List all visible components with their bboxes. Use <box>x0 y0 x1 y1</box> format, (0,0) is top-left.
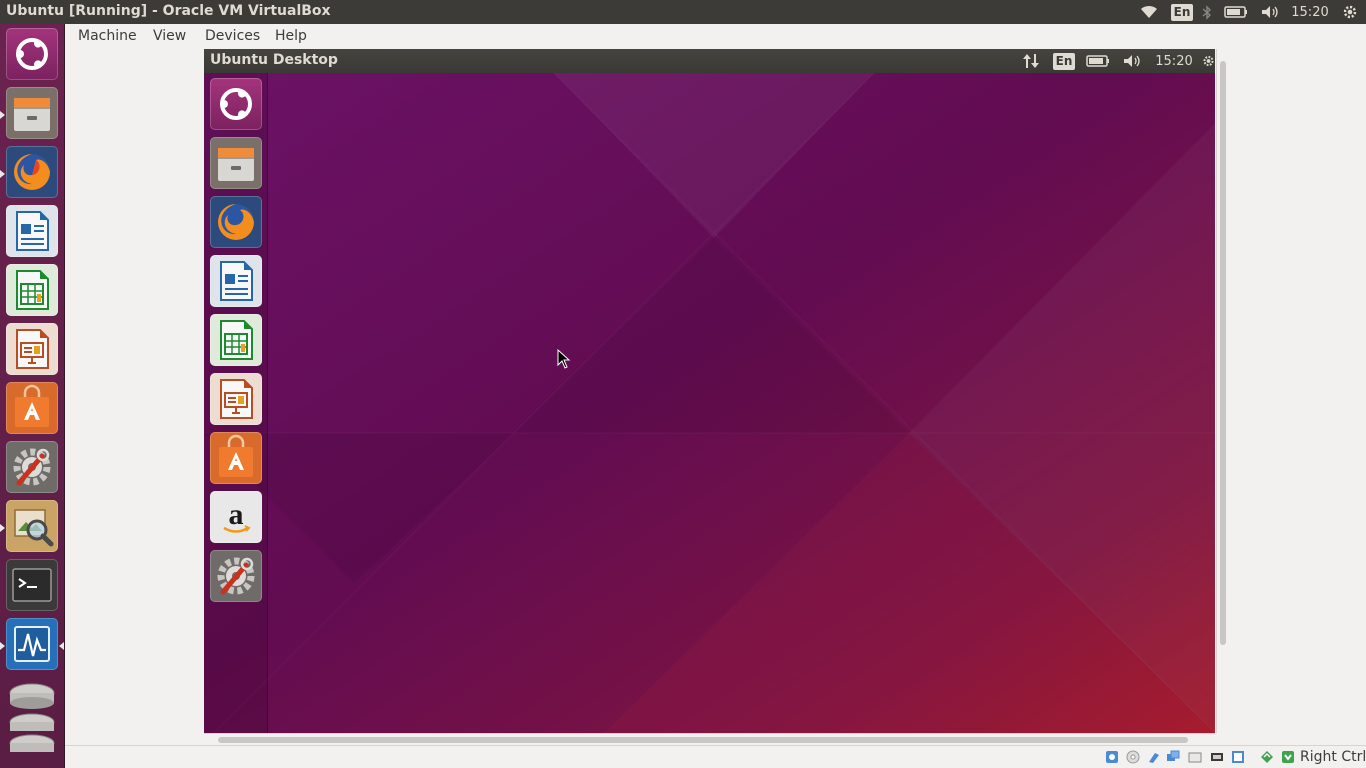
host-key-arrow-icon[interactable] <box>1281 750 1295 764</box>
clock[interactable]: 15:20 <box>1288 0 1332 24</box>
host-top-panel: Ubuntu [Running] - Oracle VM VirtualBox … <box>0 0 1366 24</box>
system-monitor-icon[interactable] <box>6 618 58 670</box>
hard-disk-status-icon[interactable] <box>1105 750 1119 764</box>
terminal-icon[interactable] <box>6 559 58 611</box>
menu-view[interactable]: View <box>153 28 186 44</box>
battery-icon[interactable] <box>1222 0 1250 24</box>
running-indicator <box>0 524 5 532</box>
libreoffice-impress-icon[interactable] <box>6 323 58 375</box>
shared-folders-status-icon[interactable] <box>1210 750 1224 764</box>
power-gear-icon[interactable] <box>1338 0 1362 24</box>
horizontal-scrollbar[interactable] <box>204 733 1215 745</box>
display-status-icon[interactable] <box>1231 750 1245 764</box>
keyboard-indicator[interactable]: En <box>1170 0 1194 24</box>
libreoffice-calc-icon[interactable] <box>6 264 58 316</box>
window-title: Ubuntu [Running] - Oracle VM VirtualBox <box>6 3 331 19</box>
keyboard-layout-label: En <box>1170 3 1194 21</box>
files-icon[interactable] <box>6 87 58 139</box>
menu-help[interactable]: Help <box>275 28 307 44</box>
firefox-icon[interactable] <box>6 146 58 198</box>
guest-window-title: Ubuntu Desktop <box>210 52 338 68</box>
focused-indicator <box>59 642 64 650</box>
host-launcher <box>0 24 65 768</box>
running-indicator <box>0 170 5 178</box>
network-status-icon[interactable] <box>1166 750 1180 764</box>
wifi-icon[interactable] <box>1138 0 1160 24</box>
menu-devices[interactable]: Devices <box>205 28 260 44</box>
guest-files-icon[interactable] <box>210 137 262 189</box>
capture-status-icon[interactable] <box>1260 750 1274 764</box>
guest-libreoffice-impress-icon[interactable] <box>210 373 262 425</box>
system-settings-icon[interactable] <box>6 441 58 493</box>
guest-launcher: a <box>204 73 268 733</box>
guest-clock[interactable]: 15:20 <box>1152 49 1196 73</box>
usb-status-icon[interactable] <box>1188 750 1202 764</box>
guest-libreoffice-calc-icon[interactable] <box>210 314 262 366</box>
vbox-status-bar: Right Ctrl <box>65 745 1366 768</box>
guest-desktop[interactable]: a <box>204 73 1215 733</box>
mouse-cursor-icon <box>557 349 571 369</box>
bluetooth-icon[interactable] <box>1198 0 1216 24</box>
guest-ubuntu-software-icon[interactable] <box>210 432 262 484</box>
guest-volume-icon[interactable] <box>1120 49 1144 73</box>
vertical-scrollbar[interactable] <box>1216 49 1228 733</box>
network-transfer-icon[interactable] <box>1019 49 1043 73</box>
guest-firefox-icon[interactable] <box>210 196 262 248</box>
volume-icon[interactable] <box>1258 0 1282 24</box>
running-indicator <box>0 642 5 650</box>
vm-display-frame: Ubuntu Desktop En 15:20 a <box>204 49 1228 745</box>
guest-system-settings-icon[interactable] <box>210 550 262 602</box>
guest-power-gear-icon[interactable] <box>1202 49 1215 73</box>
guest-libreoffice-writer-icon[interactable] <box>210 255 262 307</box>
image-viewer-icon[interactable] <box>6 500 58 552</box>
libreoffice-writer-icon[interactable] <box>6 205 58 257</box>
optical-drive-status-icon[interactable] <box>1126 750 1140 764</box>
host-key-label[interactable]: Right Ctrl <box>1300 749 1366 765</box>
vbox-menubar: Machine View Devices Help <box>65 24 1366 49</box>
audio-status-icon[interactable] <box>1147 750 1161 764</box>
guest-clock-label: 15:20 <box>1155 53 1193 69</box>
clock-label: 15:20 <box>1291 4 1329 20</box>
guest-keyboard-indicator[interactable]: En <box>1052 49 1076 73</box>
ubuntu-wallpaper <box>204 73 1215 733</box>
menu-machine[interactable]: Machine <box>78 28 137 44</box>
dash-icon[interactable] <box>6 28 58 80</box>
svg-text:a: a <box>229 498 244 531</box>
guest-keyboard-label: En <box>1052 52 1076 70</box>
vertical-scrollbar-thumb[interactable] <box>1220 61 1226 645</box>
running-indicator <box>0 111 5 119</box>
trash-icon[interactable] <box>6 677 58 768</box>
guest-dash-icon[interactable] <box>210 78 262 130</box>
guest-battery-icon[interactable] <box>1084 49 1112 73</box>
ubuntu-software-icon[interactable] <box>6 382 58 434</box>
horizontal-scrollbar-thumb[interactable] <box>218 737 1188 743</box>
guest-top-panel: Ubuntu Desktop En 15:20 <box>204 49 1215 73</box>
guest-amazon-icon[interactable]: a <box>210 491 262 543</box>
